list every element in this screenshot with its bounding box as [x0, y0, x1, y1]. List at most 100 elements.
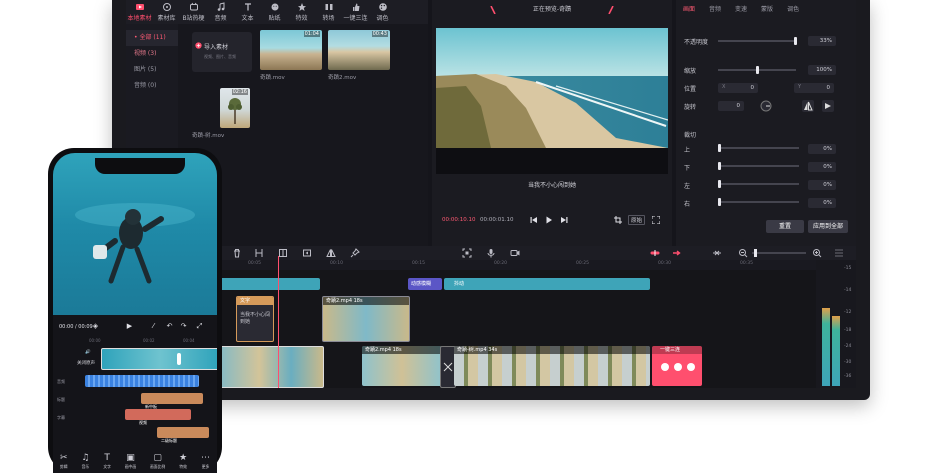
crop-right-slider[interactable]	[721, 201, 799, 203]
microphone-icon[interactable]	[486, 248, 496, 258]
tab-audio[interactable]: 音频	[702, 0, 728, 20]
toolbar-library[interactable]: 素材库	[153, 0, 180, 24]
opacity-value[interactable]: 33%	[808, 36, 836, 46]
phone-playhead[interactable]	[177, 353, 181, 365]
reset-button[interactable]: 重置	[766, 220, 804, 233]
tab-mask[interactable]: 蒙版	[754, 0, 780, 20]
toolbar-effect[interactable]: 特效	[288, 0, 315, 24]
toolbar-color[interactable]: 调色	[369, 0, 396, 24]
phone-video-track[interactable]	[101, 348, 217, 370]
phone-nav-ratio[interactable]: ▢ 画面比例	[150, 453, 165, 473]
import-button[interactable]: 导入素材 视频、图片、音频	[192, 32, 252, 72]
filter-audio[interactable]: 音频 (0)	[126, 78, 178, 94]
delete-icon[interactable]	[232, 248, 242, 258]
tab-speed[interactable]: 变速	[728, 0, 754, 20]
reverse-icon[interactable]	[302, 248, 312, 258]
apply-all-button[interactable]: 应用到全部	[808, 220, 848, 233]
phone-chip-1[interactable]: 新中板	[141, 393, 203, 409]
play-icon[interactable]	[545, 216, 553, 224]
media-thumb-3[interactable]: 02:16	[220, 88, 250, 128]
zoom-out-icon[interactable]	[738, 248, 748, 258]
fit-icon[interactable]	[462, 248, 472, 258]
crop-right-value[interactable]: 0%	[808, 198, 836, 208]
tab-picture[interactable]: 画面	[676, 0, 702, 20]
rotate-input[interactable]: 0	[718, 101, 744, 111]
crop-top-slider[interactable]	[721, 147, 799, 149]
scale-knob[interactable]	[756, 66, 759, 74]
video-clip-main-0[interactable]	[216, 346, 324, 388]
text-clip[interactable]: 文字 当我不小心闯到她	[236, 296, 274, 342]
crop-left-value[interactable]: 0%	[808, 180, 836, 190]
toolbar-media[interactable]: 本地素材	[126, 0, 153, 24]
link-red-icon[interactable]	[672, 248, 682, 258]
filter-all[interactable]: • 全部 (11)	[126, 30, 178, 46]
next-frame-icon[interactable]	[560, 216, 568, 224]
zoom-in-icon[interactable]	[812, 248, 822, 258]
mirror-icon[interactable]	[326, 248, 336, 258]
magnet-red-icon[interactable]	[650, 248, 660, 258]
toolbar-transition[interactable]: 转场	[315, 0, 342, 24]
record-icon[interactable]	[510, 248, 520, 258]
fullscreen-icon[interactable]: ⤢	[195, 322, 204, 331]
phone-nav-cut[interactable]: ✂ 剪辑	[60, 453, 68, 473]
phone-chip-3[interactable]: 二级标题	[157, 427, 209, 443]
scale-value[interactable]: 100%	[808, 65, 836, 75]
toolbar-sticker[interactable]: 贴纸	[261, 0, 288, 24]
rotate-dial-icon[interactable]	[760, 100, 772, 112]
video-clip-main-1[interactable]: 奇蹟2.mp4 18s	[362, 346, 442, 386]
redo-icon[interactable]: ↷	[179, 322, 188, 331]
underwater-video[interactable]	[53, 153, 217, 315]
crop-icon[interactable]	[614, 216, 622, 224]
ratio-button[interactable]: 原始	[628, 215, 646, 225]
toolbar-triple[interactable]: 一键三连	[342, 0, 369, 24]
meter-label: -30	[844, 360, 852, 365]
phone-nav-effect[interactable]: ★ 特效	[179, 453, 187, 473]
grid-icon[interactable]	[834, 248, 844, 258]
fullscreen-icon[interactable]	[652, 216, 660, 224]
pin-icon[interactable]	[350, 248, 360, 258]
phone-chip-2[interactable]: 视频	[125, 409, 191, 425]
toolbar-audio[interactable]: 音频	[207, 0, 234, 24]
effect-clip-2[interactable]: 抖动	[444, 278, 650, 290]
media-thumb-1[interactable]: 01:04	[260, 30, 322, 70]
prev-frame-icon[interactable]	[530, 216, 538, 224]
toolbar-bilibili[interactable]: B站热梗	[180, 0, 207, 24]
opacity-knob[interactable]	[794, 37, 797, 45]
split-icon[interactable]	[254, 248, 264, 258]
toolbar-text[interactable]: 文本	[234, 0, 261, 24]
edit-icon[interactable]: ⁄	[149, 322, 158, 331]
freeze-icon[interactable]	[278, 248, 288, 258]
crop-top-value[interactable]: 0%	[808, 144, 836, 154]
timeline-ruler[interactable]: 00:05 00:10 00:15 00:20 00:25 00:30 00:3…	[126, 260, 816, 270]
media-thumb-2[interactable]: 00:43	[328, 30, 390, 70]
tab-color[interactable]: 调色	[780, 0, 806, 20]
filter-image[interactable]: 图片 (5)	[126, 62, 178, 78]
zoom-slider[interactable]	[752, 252, 806, 254]
filter-video[interactable]: 视频 (3)	[126, 46, 178, 62]
video-clip-main-2[interactable]: 奇蹟-树.mp4 34s	[454, 346, 650, 386]
crop-bottom-slider[interactable]	[721, 165, 799, 167]
opacity-slider[interactable]	[718, 40, 796, 42]
phone-nav-more[interactable]: ⋯ 更多	[201, 453, 210, 473]
phone-nav-text[interactable]: T 文字	[103, 453, 111, 473]
zoom-knob[interactable]	[754, 249, 757, 257]
keyframe-icon[interactable]: ◈	[91, 322, 100, 331]
phone-chip-label: 二级标题	[161, 438, 177, 443]
phone-nav-pip[interactable]: ▣ 画中画	[125, 453, 136, 473]
undo-icon[interactable]: ↶	[165, 322, 174, 331]
crop-left-slider[interactable]	[721, 183, 799, 185]
sticker-clip[interactable]: 一键三连	[652, 346, 702, 386]
crop-bottom-value[interactable]: 0%	[808, 162, 836, 172]
phone-audio-track[interactable]	[85, 375, 199, 387]
effect-clip-1[interactable]: 动感模糊	[408, 278, 442, 290]
play-icon[interactable]: ▶	[125, 322, 134, 331]
video-clip-upper[interactable]: 奇蹟2.mp4 18s	[322, 296, 410, 342]
phone-nav-music[interactable]: ♫ 音乐	[81, 453, 89, 473]
audio-bar-clip[interactable]	[216, 278, 320, 290]
snap-icon[interactable]	[712, 248, 722, 258]
playhead[interactable]	[278, 256, 279, 388]
flip-vertical-icon[interactable]	[822, 100, 834, 112]
flip-horizontal-icon[interactable]	[802, 100, 814, 112]
phone-volume-icon[interactable]: 🔊	[85, 350, 91, 355]
video-frame[interactable]	[436, 28, 668, 174]
